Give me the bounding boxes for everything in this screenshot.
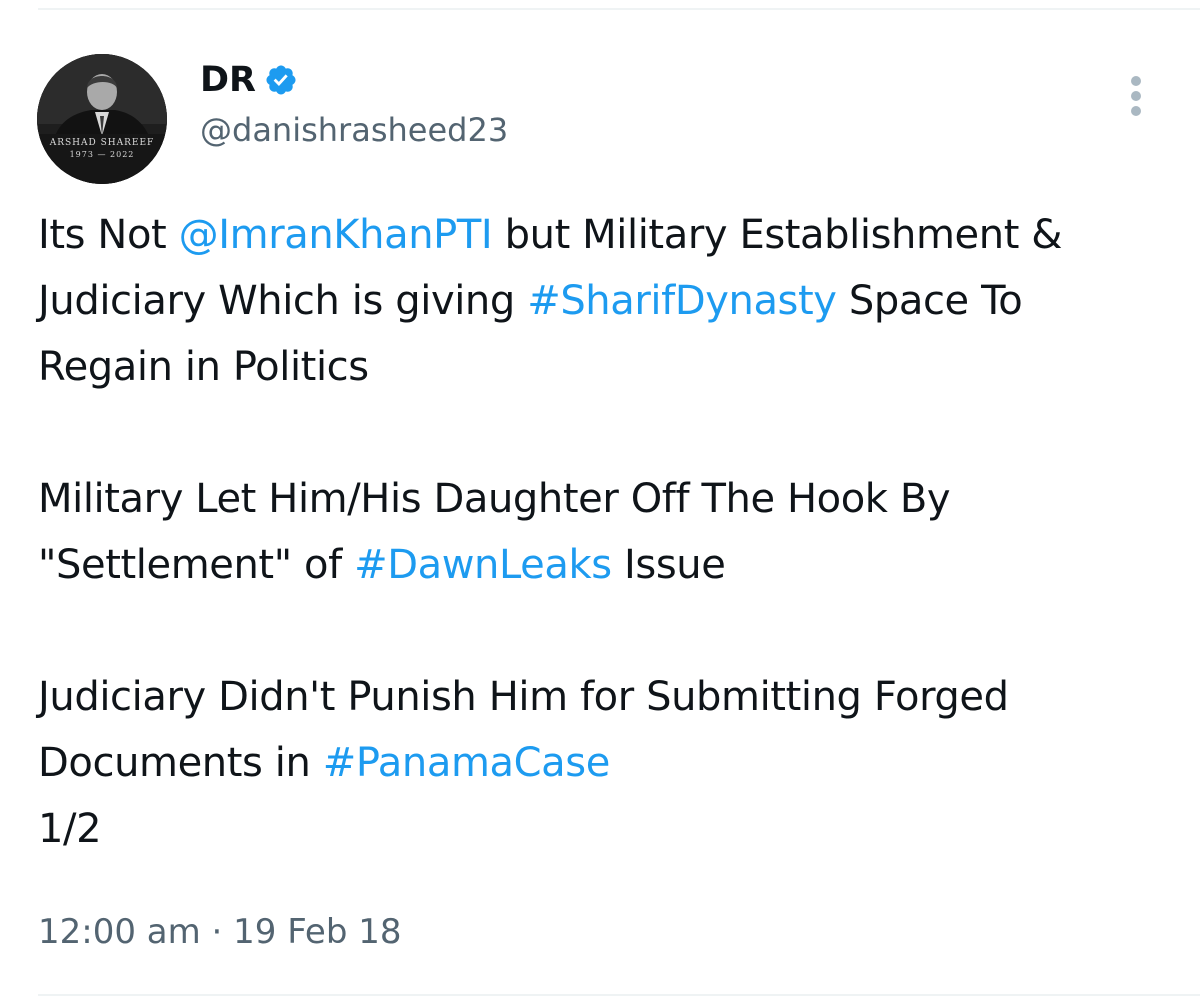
tweet-text-segment: Its Not (38, 212, 179, 258)
display-name-row[interactable]: DR (200, 58, 298, 102)
hashtag-link[interactable]: #SharifDynasty (527, 278, 837, 324)
top-divider (38, 8, 1200, 10)
avatar-photo (37, 54, 167, 184)
tweet-paragraph-2: Military Let Him/His Daughter Off The Ho… (38, 466, 1168, 598)
tweet-timestamp[interactable]: 12:00 am · 19 Feb 18 (38, 904, 402, 960)
more-options-button[interactable] (1112, 68, 1160, 124)
avatar[interactable]: ARSHAD SHAREEF 1973 — 2022 (37, 54, 167, 184)
avatar-caption-name: ARSHAD SHAREEF (49, 138, 155, 148)
tweet-text-segment: Issue (611, 542, 726, 588)
more-dot-icon (1131, 106, 1141, 116)
display-name[interactable]: DR (200, 58, 256, 102)
user-handle[interactable]: @danishrasheed23 (200, 108, 508, 152)
tweet-text: Its Not @ImranKhanPTI but Military Estab… (38, 202, 1168, 862)
bottom-divider (38, 994, 1200, 996)
hashtag-link[interactable]: #PanamaCase (323, 740, 611, 786)
thread-counter: 1/2 (38, 806, 102, 852)
verified-badge-icon (266, 65, 296, 95)
tweet-card: ARSHAD SHAREEF 1973 — 2022 DR @danishras… (0, 0, 1200, 998)
tweet-paragraph-3: Judiciary Didn't Punish Him for Submitti… (38, 664, 1168, 862)
tweet-paragraph-1: Its Not @ImranKhanPTI but Military Estab… (38, 202, 1168, 400)
hashtag-link[interactable]: #DawnLeaks (354, 542, 612, 588)
avatar-caption-years: 1973 — 2022 (69, 150, 135, 159)
mention-link[interactable]: @ImranKhanPTI (179, 212, 493, 258)
more-dot-icon (1131, 91, 1141, 101)
more-dot-icon (1131, 76, 1141, 86)
